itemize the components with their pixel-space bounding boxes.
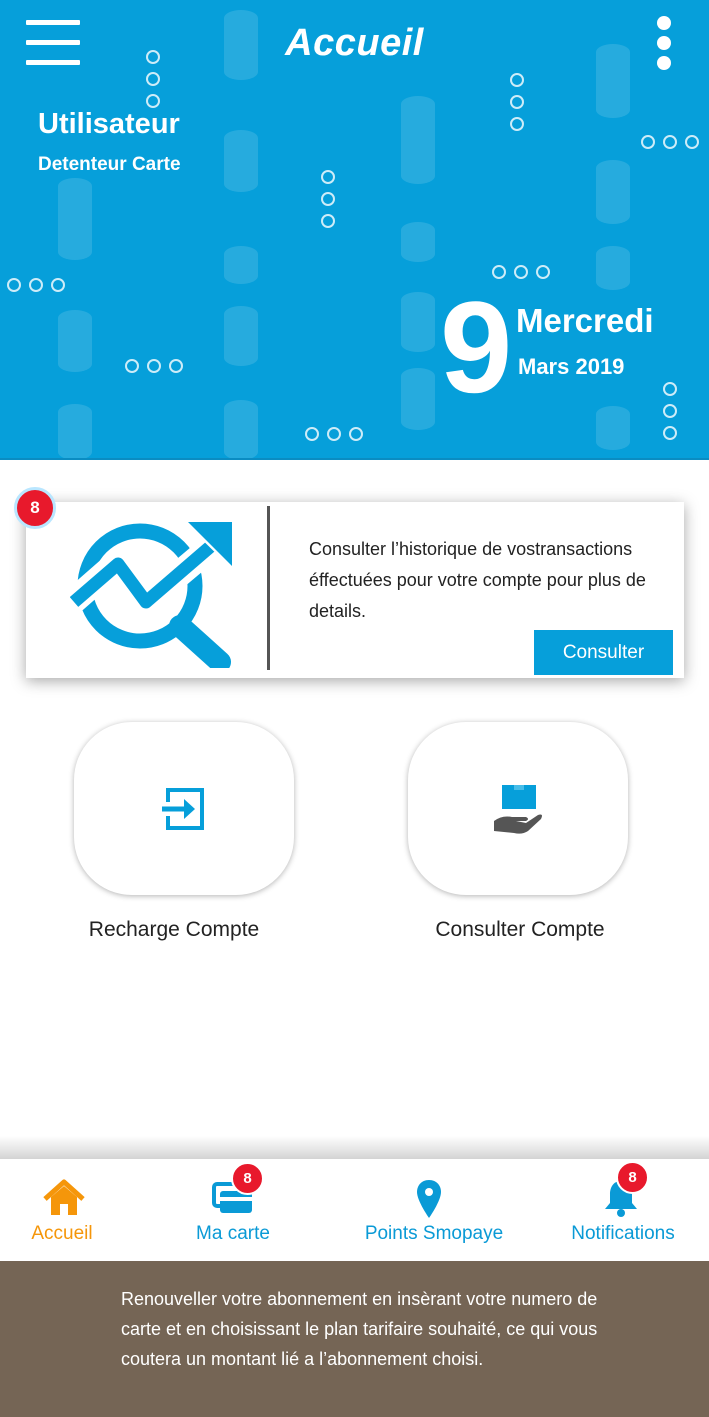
date-month-year: Mars 2019	[518, 354, 625, 379]
nav-item-ma-carte[interactable]: 8 Ma carte	[180, 1159, 286, 1259]
home-icon	[43, 1179, 85, 1215]
nav-item-accueil[interactable]: Accueil	[14, 1159, 110, 1259]
consult-button[interactable]: Consulter	[534, 630, 673, 675]
nav-label-points-smopaye: Points Smopaye	[364, 1223, 504, 1244]
nav-item-notifications[interactable]: 8 Notifications	[562, 1159, 684, 1259]
card-divider	[267, 506, 270, 670]
location-pin-icon	[417, 1180, 441, 1218]
user-name: Utilisateur	[38, 108, 180, 140]
bottom-nav-shadow	[0, 1136, 709, 1160]
nav-label-accueil: Accueil	[31, 1223, 93, 1244]
hand-box-icon	[494, 784, 542, 834]
transaction-history-card: Consulter l’historique de vostransaction…	[26, 502, 684, 678]
subscription-footer: Renouveller votre abonnement en insèrant…	[0, 1261, 709, 1417]
nav-label-ma-carte: Ma carte	[196, 1223, 270, 1244]
more-options-icon[interactable]	[656, 16, 674, 72]
analytics-search-icon	[70, 518, 235, 668]
recharge-account-label: Recharge Compte	[88, 918, 260, 941]
nav-label-notifications: Notifications	[571, 1223, 675, 1244]
date-day: 9	[440, 274, 513, 420]
nav-item-points-smopaye[interactable]: Points Smopaye	[350, 1159, 518, 1259]
nav-badge-ma-carte: 8	[231, 1162, 264, 1195]
page-title: Accueil	[285, 22, 424, 64]
recharge-account-button[interactable]	[74, 722, 294, 895]
user-role: Detenteur Carte	[38, 154, 181, 175]
history-description: Consulter l’historique de vostransaction…	[309, 539, 646, 621]
bottom-navigation: Accueil 8 Ma carte Points Smopaye 8 Noti…	[0, 1159, 709, 1261]
history-badge: 8	[14, 487, 56, 529]
consult-account-button[interactable]	[408, 722, 628, 895]
consult-account-label: Consulter Compte	[435, 918, 605, 941]
date-weekday: Mercredi	[516, 302, 654, 339]
login-icon	[162, 787, 204, 830]
nav-badge-notifications: 8	[616, 1161, 649, 1194]
footer-text: Renouveller votre abonnement en insèrant…	[121, 1289, 598, 1369]
header-banner: Accueil Utilisateur Detenteur Carte 9 Me…	[0, 0, 709, 460]
